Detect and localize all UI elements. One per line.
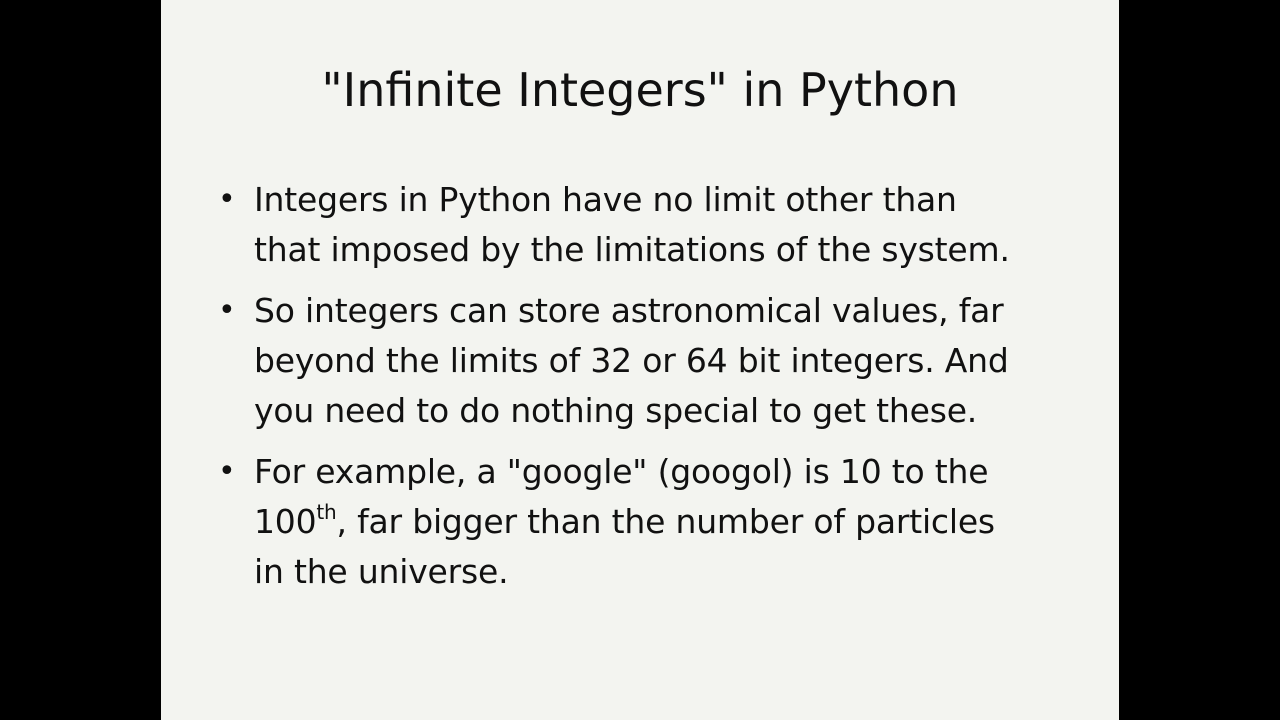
bullet-icon: • [218,454,236,489]
bullet-text-line: in the universe. [254,552,509,591]
bullet-item: • So integers can store astronomical val… [213,286,1073,436]
bullet-text-line: Integers in Python have no limit other t… [254,180,957,219]
presentation-slide: "Infinite Integers" in Python • Integers… [161,0,1119,720]
exponent-base: 100 [254,502,317,541]
slide-title: "Infinite Integers" in Python [321,63,959,117]
bullet-text-line: For example, a "google" (googol) is 10 t… [254,452,989,491]
bullet-text-line: 100th, far bigger than the number of par… [254,497,1073,547]
bullet-item: • For example, a "google" (googol) is 10… [213,447,1073,597]
bullet-item: • Integers in Python have no limit other… [213,175,1073,275]
letterbox-left [0,0,161,720]
bullet-text-line: beyond the limits of 32 or 64 bit intege… [254,341,1009,380]
bullet-text-line: that imposed by the limitations of the s… [254,230,1010,269]
letterbox-right [1119,0,1280,720]
ordinal-superscript: th [316,500,337,524]
bullet-text-line: you need to do nothing special to get th… [254,391,978,430]
bullet-icon: • [218,293,236,328]
bullet-icon: • [218,182,236,217]
bullet-list: • Integers in Python have no limit other… [213,175,1073,608]
bullet-text-line: So integers can store astronomical value… [254,291,1004,330]
bullet-text-continuation: , far bigger than the number of particle… [336,502,996,541]
